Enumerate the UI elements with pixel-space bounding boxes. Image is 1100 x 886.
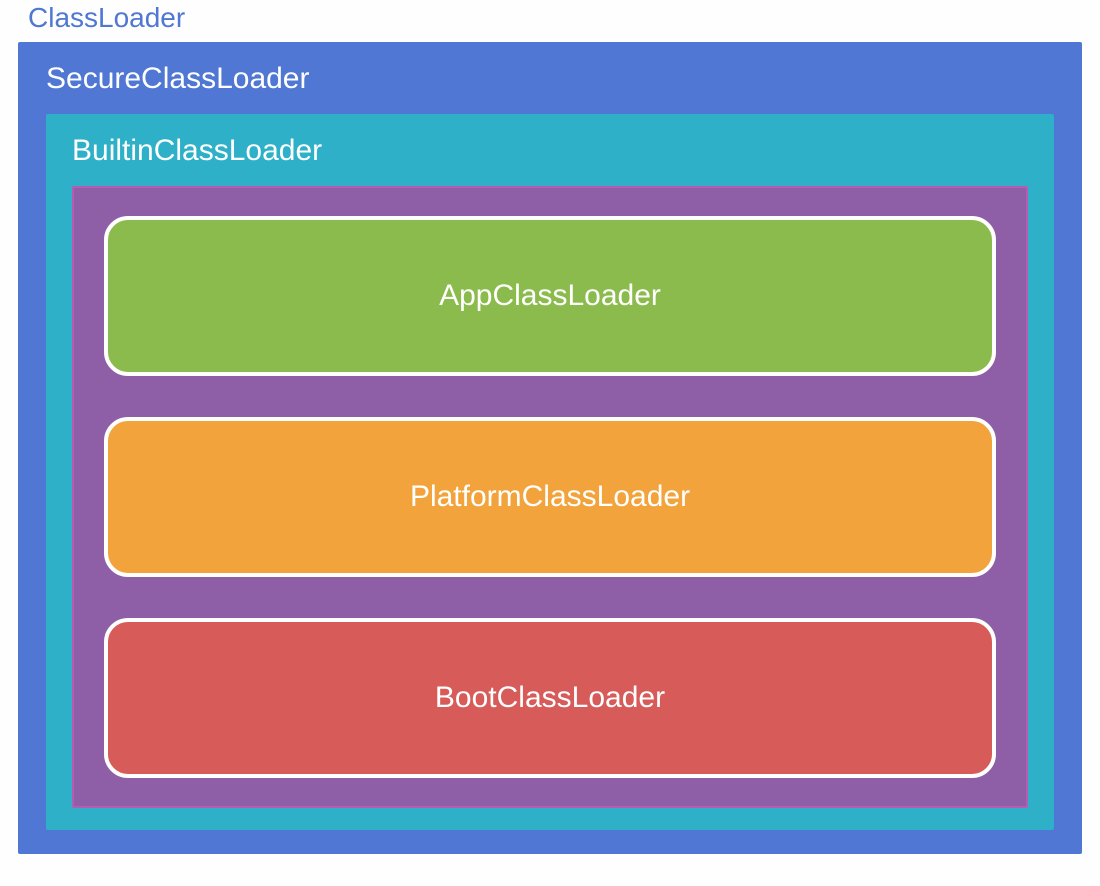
diagram-stage: ClassLoader SecureClassLoader BuiltinCla… xyxy=(0,0,1100,886)
builtin-classloader-box: BuiltinClassLoader AppClassLoader Platfo… xyxy=(46,114,1054,830)
boot-classloader-pill: BootClassLoader xyxy=(104,618,996,778)
secure-classloader-box: SecureClassLoader BuiltinClassLoader App… xyxy=(18,42,1082,854)
classloader-label: ClassLoader xyxy=(28,2,185,34)
builtin-classloader-label: BuiltinClassLoader xyxy=(72,134,1028,168)
app-classloader-pill: AppClassLoader xyxy=(104,216,996,376)
inner-container-box: AppClassLoader PlatformClassLoader BootC… xyxy=(72,186,1028,808)
platform-classloader-pill: PlatformClassLoader xyxy=(104,417,996,577)
secure-classloader-label: SecureClassLoader xyxy=(46,62,1054,96)
platform-classloader-label: PlatformClassLoader xyxy=(410,480,690,514)
app-classloader-label: AppClassLoader xyxy=(439,279,661,313)
boot-classloader-label: BootClassLoader xyxy=(435,681,665,715)
